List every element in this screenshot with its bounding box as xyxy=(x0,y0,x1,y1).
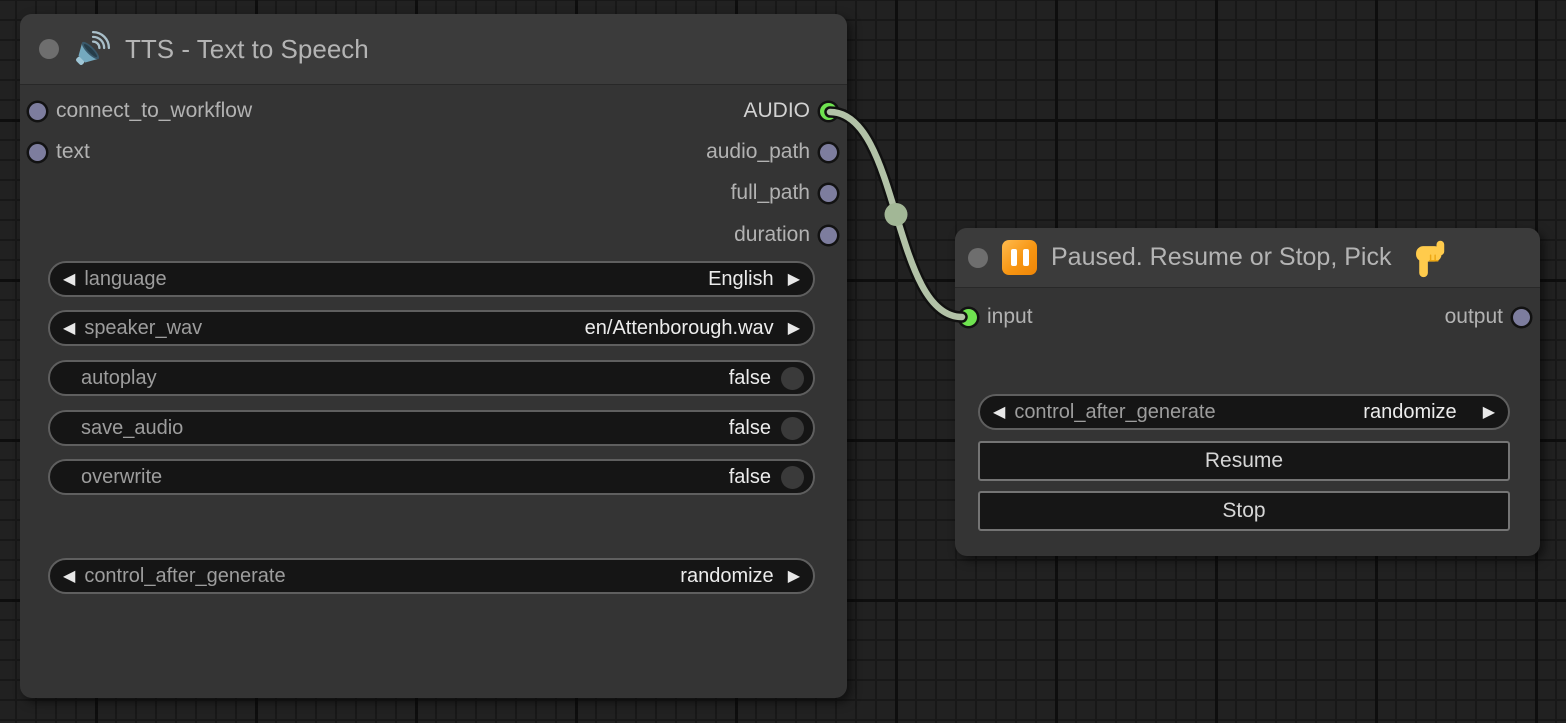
widget-value: false xyxy=(729,417,781,440)
widget-save-audio[interactable]: save_audio false xyxy=(48,410,815,446)
loudspeaker-icon xyxy=(73,30,111,68)
output-slot-label: audio_path xyxy=(706,140,810,164)
collapse-dot[interactable] xyxy=(39,39,59,59)
combo-prev-icon[interactable]: ◀ xyxy=(993,404,1005,420)
output-slot-label: output xyxy=(1445,305,1503,329)
resume-button[interactable]: Resume xyxy=(978,441,1510,481)
output-slot-duration[interactable]: duration xyxy=(724,220,837,250)
widget-value: randomize xyxy=(680,565,787,588)
output-port-dot[interactable] xyxy=(820,227,837,244)
toggle-knob[interactable] xyxy=(781,466,804,489)
output-port-dot[interactable] xyxy=(820,144,837,161)
pause-icon xyxy=(1002,240,1037,275)
widget-label: overwrite xyxy=(81,466,162,489)
output-port-dot[interactable] xyxy=(820,103,837,120)
link-midpoint-dot[interactable] xyxy=(885,203,908,226)
combo-next-icon[interactable]: ▶ xyxy=(788,271,800,287)
widget-label: save_audio xyxy=(81,417,183,440)
output-port-dot[interactable] xyxy=(820,185,837,202)
widget-label: control_after_generate xyxy=(84,565,285,588)
input-slot-label: connect_to_workflow xyxy=(56,99,252,123)
widget-control-after-generate[interactable]: ◀ control_after_generate randomize ▶ xyxy=(48,558,815,594)
widget-autoplay[interactable]: autoplay false xyxy=(48,360,815,396)
toggle-knob[interactable] xyxy=(781,367,804,390)
stop-button-label: Stop xyxy=(1222,499,1265,523)
node-paused-resume-or-stop[interactable]: Paused. Resume or Stop, Pick input ou xyxy=(955,228,1540,556)
resume-button-label: Resume xyxy=(1205,449,1283,473)
widget-overwrite[interactable]: overwrite false xyxy=(48,459,815,495)
pointing-down-icon xyxy=(1415,238,1448,278)
output-slot-label: AUDIO xyxy=(743,99,810,123)
input-slot-text[interactable]: text xyxy=(29,137,100,167)
node-title-bar[interactable]: TTS - Text to Speech xyxy=(20,14,847,85)
output-slot-audio-path[interactable]: audio_path xyxy=(696,137,837,167)
output-slot-label: full_path xyxy=(731,181,810,205)
widget-label: control_after_generate xyxy=(1014,401,1215,424)
toggle-knob[interactable] xyxy=(781,417,804,440)
input-port-dot[interactable] xyxy=(29,103,46,120)
combo-next-icon[interactable]: ▶ xyxy=(788,568,800,584)
input-port-dot[interactable] xyxy=(29,144,46,161)
node-title-bar[interactable]: Paused. Resume or Stop, Pick xyxy=(955,228,1540,288)
combo-prev-icon[interactable]: ◀ xyxy=(63,320,75,336)
node-title: Paused. Resume or Stop, Pick xyxy=(1051,243,1391,272)
input-slot-label: text xyxy=(56,140,90,164)
input-slot-input[interactable]: input xyxy=(960,302,1043,332)
widget-language[interactable]: ◀ language English ▶ xyxy=(48,261,815,297)
widget-value: false xyxy=(729,466,781,489)
output-slot-output[interactable]: output xyxy=(1435,302,1530,332)
combo-next-icon[interactable]: ▶ xyxy=(1483,404,1495,420)
widget-value: English xyxy=(708,268,788,291)
widget-speaker-wav[interactable]: ◀ speaker_wav en/Attenborough.wav ▶ xyxy=(48,310,815,346)
widget-label: speaker_wav xyxy=(84,317,202,340)
widget-value: false xyxy=(729,367,781,390)
audio-link-wire[interactable] xyxy=(830,112,962,317)
collapse-dot[interactable] xyxy=(968,248,988,268)
input-slot-label: input xyxy=(987,305,1033,329)
output-slot-audio[interactable]: AUDIO xyxy=(733,96,837,126)
input-port-dot[interactable] xyxy=(960,309,977,326)
widget-value: randomize xyxy=(1363,401,1482,424)
output-slot-full-path[interactable]: full_path xyxy=(721,178,837,208)
node-tts-text-to-speech[interactable]: TTS - Text to Speech connect_to_workflow… xyxy=(20,14,847,698)
stop-button[interactable]: Stop xyxy=(978,491,1510,531)
audio-link-wire-outline xyxy=(830,112,962,317)
combo-prev-icon[interactable]: ◀ xyxy=(63,271,75,287)
node-title: TTS - Text to Speech xyxy=(125,34,369,65)
widget-value: en/Attenborough.wav xyxy=(585,317,788,340)
node-editor-canvas[interactable]: TTS - Text to Speech connect_to_workflow… xyxy=(0,0,1566,723)
widget-label: language xyxy=(84,268,166,291)
output-slot-label: duration xyxy=(734,223,810,247)
widget-control-after-generate[interactable]: ◀ control_after_generate randomize ▶ xyxy=(978,394,1510,430)
output-port-dot[interactable] xyxy=(1513,309,1530,326)
input-slot-connect-to-workflow[interactable]: connect_to_workflow xyxy=(29,96,262,126)
combo-prev-icon[interactable]: ◀ xyxy=(63,568,75,584)
combo-next-icon[interactable]: ▶ xyxy=(788,320,800,336)
widget-label: autoplay xyxy=(81,367,157,390)
